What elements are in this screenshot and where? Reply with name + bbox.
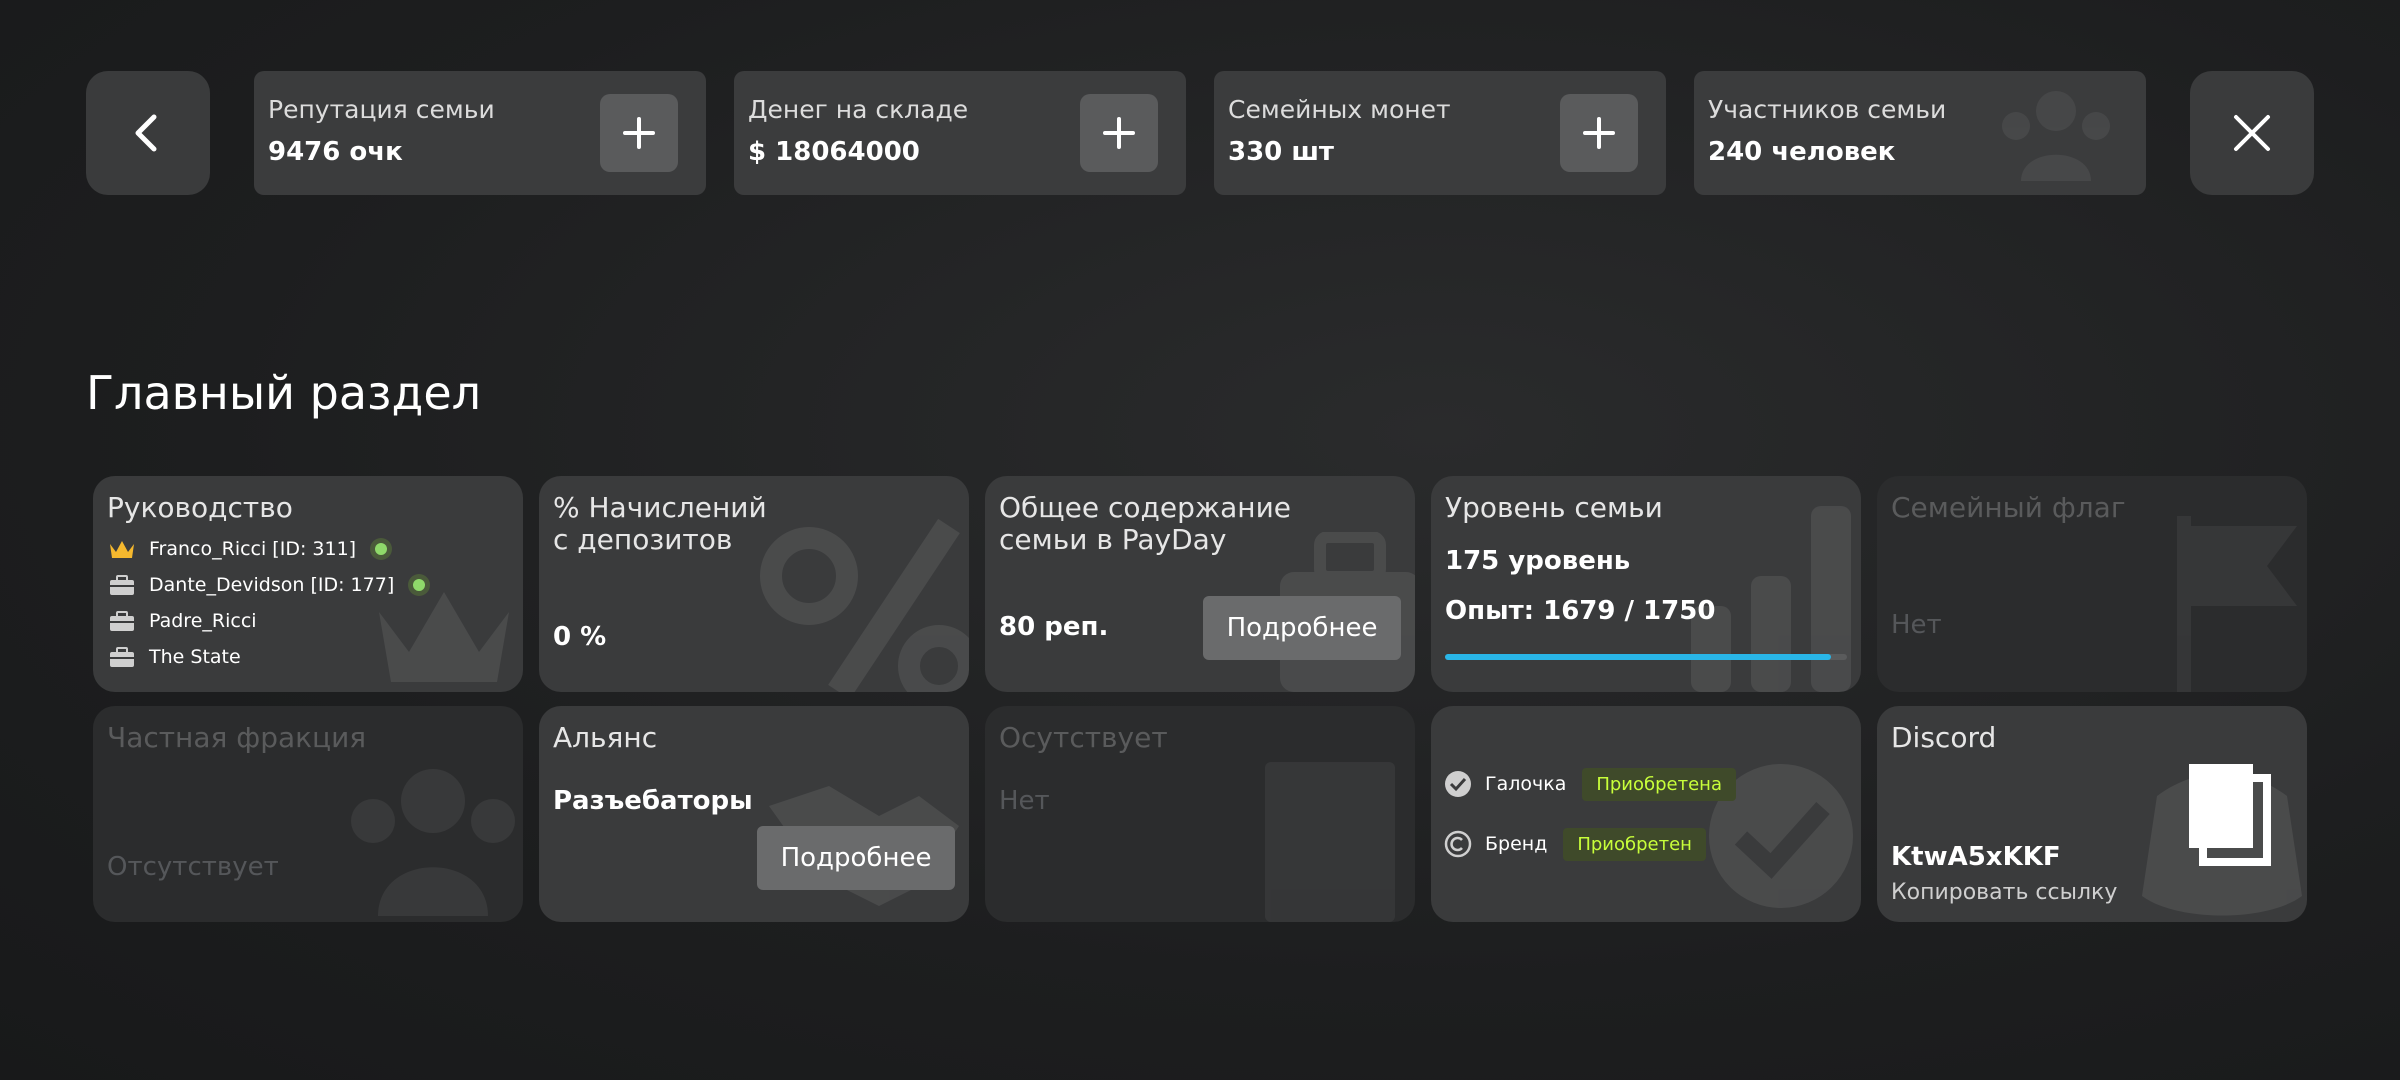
stat-label: Денег на складе xyxy=(748,95,969,124)
chevron-left-icon xyxy=(135,114,157,152)
card-leadership: Руководство Franco_Ricci [ID: 311] Dante… xyxy=(93,476,523,692)
stat-value: 240 человек xyxy=(1708,137,1896,167)
discord-code: KtwA5xKKF xyxy=(1891,842,2061,872)
page-title: Главный раздел xyxy=(86,366,482,420)
people-watermark-icon xyxy=(351,769,515,916)
plus-icon xyxy=(1583,117,1615,149)
close-icon xyxy=(2234,115,2270,151)
badge-row-brand: Бренд Приобретен xyxy=(1443,824,1706,864)
leader-row-2: Dante_Devidson [ID: 177] xyxy=(107,570,431,600)
badge-status: Приобретена xyxy=(1582,767,1736,801)
briefcase-icon xyxy=(107,609,137,633)
leader-name: The State xyxy=(149,646,241,668)
back-button[interactable] xyxy=(86,71,210,195)
exp-progress-fill xyxy=(1445,654,1831,660)
badge-row-verified: Галочка Приобретена xyxy=(1443,764,1736,804)
online-indicator xyxy=(370,538,393,560)
card-title: Семейный флаг xyxy=(1891,491,2126,524)
card-title: Discord xyxy=(1891,721,1997,754)
card-discord[interactable]: Discord KtwA5xKKF Копировать ссылку xyxy=(1877,706,2307,922)
add-reputation-button[interactable] xyxy=(600,94,678,172)
badge-label: Бренд xyxy=(1485,833,1548,855)
faction-value: Отсутствует xyxy=(107,852,279,882)
card-title: Руководство xyxy=(107,491,293,524)
card-deposits: % Начислений с депозитов 0 % xyxy=(539,476,969,692)
copy-icon[interactable] xyxy=(2185,760,2275,870)
stat-card-coins: Семейных монет 330 шт xyxy=(1214,71,1666,195)
leader-name: Dante_Devidson [ID: 177] xyxy=(149,574,395,596)
percent-watermark-icon xyxy=(760,518,969,692)
stat-value: 330 шт xyxy=(1228,137,1335,167)
card-family-level: Уровень семьи 175 уровень Опыт: 1679 / 1… xyxy=(1431,476,1861,692)
online-indicator xyxy=(408,574,431,596)
card-title: Частная фракция xyxy=(107,721,367,754)
card-payday: Общее содержание семьи в PayDay 80 реп. … xyxy=(985,476,1415,692)
card-absent: Осутствует Нет xyxy=(985,706,1415,922)
stat-card-reputation: Репутация семьи 9476 очк xyxy=(254,71,706,195)
leader-row-4: The State xyxy=(107,642,241,672)
close-button[interactable] xyxy=(2190,71,2314,195)
stat-label: Репутация семьи xyxy=(268,95,495,124)
payday-details-button[interactable]: Подробнее xyxy=(1203,596,1401,660)
add-coins-button[interactable] xyxy=(1560,94,1638,172)
leader-row-1: Franco_Ricci [ID: 311] xyxy=(107,534,393,564)
alliance-name: Разъебаторы xyxy=(553,786,753,816)
plus-icon xyxy=(1103,117,1135,149)
family-exp-value: Опыт: 1679 / 1750 xyxy=(1445,596,1716,626)
card-alliance: Альянс Разъебаторы Подробнее xyxy=(539,706,969,922)
bar-chart-watermark-icon xyxy=(1691,506,1851,692)
deposits-value: 0 % xyxy=(553,622,607,652)
payday-value: 80 реп. xyxy=(999,612,1109,642)
card-title: Общее содержание семьи в PayDay xyxy=(999,491,1292,556)
people-icon xyxy=(2002,91,2110,181)
card-private-faction: Частная фракция Отсутствует xyxy=(93,706,523,922)
flag-value: Нет xyxy=(1891,610,1942,640)
briefcase-icon xyxy=(107,645,137,669)
absent-value: Нет xyxy=(999,786,1050,816)
card-title: Осутствует xyxy=(999,721,1168,754)
stat-label: Участников семьи xyxy=(1708,95,1947,124)
card-title: Уровень семьи xyxy=(1445,491,1663,524)
leader-name: Padre_Ricci xyxy=(149,610,257,632)
copy-link-label[interactable]: Копировать ссылку xyxy=(1891,880,2117,905)
stat-value: 9476 очк xyxy=(268,137,403,167)
card-badges: Галочка Приобретена Бренд Приобретен xyxy=(1431,706,1861,922)
card-title: Альянс xyxy=(553,721,658,754)
stat-label: Семейных монет xyxy=(1228,95,1451,124)
stat-card-members: Участников семьи 240 человек xyxy=(1694,71,2146,195)
flag-watermark-icon xyxy=(2177,516,2297,692)
add-money-button[interactable] xyxy=(1080,94,1158,172)
leader-name: Franco_Ricci [ID: 311] xyxy=(149,538,357,560)
stat-value: $ 18064000 xyxy=(748,137,920,167)
exp-progress-bar xyxy=(1445,654,1847,660)
alliance-details-button[interactable]: Подробнее xyxy=(757,826,955,890)
card-title: % Начислений с депозитов xyxy=(553,491,767,556)
verified-icon xyxy=(1445,771,1471,797)
card-family-flag: Семейный флаг Нет xyxy=(1877,476,2307,692)
leader-row-3: Padre_Ricci xyxy=(107,606,257,636)
plus-icon xyxy=(623,117,655,149)
badge-status: Приобретен xyxy=(1563,827,1706,861)
stat-card-money: Денег на складе $ 18064000 xyxy=(734,71,1186,195)
crown-icon xyxy=(107,537,137,561)
briefcase-icon xyxy=(107,573,137,597)
family-level-value: 175 уровень xyxy=(1445,546,1631,576)
badge-label: Галочка xyxy=(1485,773,1567,795)
copyright-icon xyxy=(1444,830,1472,858)
building-watermark-icon xyxy=(1265,762,1395,922)
